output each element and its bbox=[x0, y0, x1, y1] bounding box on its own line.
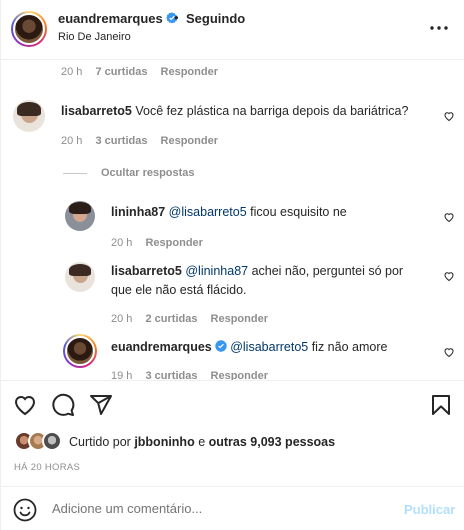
comment-likes[interactable]: 7 curtidas bbox=[95, 66, 147, 78]
post-header: euandremarques • Seguindo Rio De Janeiro bbox=[1, 0, 464, 60]
comment-likes[interactable]: 3 curtidas bbox=[95, 135, 147, 147]
commenter-avatar[interactable] bbox=[65, 201, 95, 231]
like-comment-icon[interactable] bbox=[443, 346, 455, 358]
location-link[interactable]: Rio De Janeiro bbox=[58, 31, 131, 43]
hide-replies-button[interactable]: Ocultar respostas bbox=[101, 167, 195, 179]
comment-text: lisabarreto5 Você fez plástica na barrig… bbox=[61, 104, 409, 118]
mention-link[interactable]: @lisabarreto5 bbox=[169, 205, 247, 219]
commenter-avatar[interactable] bbox=[65, 262, 95, 292]
reply-time[interactable]: 20 h bbox=[111, 313, 132, 325]
commenter-avatar[interactable] bbox=[13, 100, 45, 132]
post-actions: Curtido por jbboninho e outras 9,093 pes… bbox=[1, 380, 464, 530]
comment-time[interactable]: 20 h bbox=[61, 66, 82, 78]
comment-input[interactable] bbox=[52, 501, 382, 516]
reply-meta: 20 h Responder bbox=[111, 237, 213, 249]
reply-text: lininha87 @lisabarreto5 ficou esquisito … bbox=[111, 205, 347, 219]
likes-count-link[interactable]: outras 9,093 pessoas bbox=[209, 435, 335, 449]
owner-username[interactable]: euandremarques bbox=[58, 11, 178, 26]
like-comment-icon[interactable] bbox=[443, 110, 455, 122]
reply-button[interactable]: Responder bbox=[145, 237, 202, 249]
reply-username[interactable]: lisabarreto5 bbox=[111, 264, 182, 278]
like-comment-icon[interactable] bbox=[443, 270, 455, 282]
reply-username[interactable]: lininha87 bbox=[111, 205, 165, 219]
comment-time[interactable]: 20 h bbox=[61, 135, 82, 147]
mention-link[interactable]: @lisabarreto5 bbox=[230, 340, 308, 354]
header-separator: • bbox=[174, 10, 179, 25]
post-timestamp[interactable]: HÁ 20 HORAS bbox=[14, 462, 80, 473]
verified-badge-icon bbox=[215, 340, 227, 352]
reply-button[interactable]: Responder bbox=[161, 66, 218, 78]
post-panel: euandremarques • Seguindo Rio De Janeiro… bbox=[0, 0, 464, 530]
comment-icon[interactable] bbox=[51, 393, 75, 417]
liker-username[interactable]: jbboninho bbox=[134, 435, 194, 449]
comment-meta: 20 h 7 curtidas Responder bbox=[61, 66, 228, 78]
mention-link[interactable]: @lininha87 bbox=[185, 264, 248, 278]
comment-username[interactable]: lisabarreto5 bbox=[61, 104, 132, 118]
publish-button[interactable]: Publicar bbox=[404, 502, 455, 517]
more-options-icon[interactable] bbox=[429, 20, 449, 36]
liker-avatar[interactable] bbox=[42, 431, 62, 451]
comment-composer: Publicar bbox=[1, 486, 464, 530]
reply-meta: 20 h 2 curtidas Responder bbox=[111, 313, 278, 325]
reply-text: euandremarques @lisabarreto5 fiz não amo… bbox=[111, 340, 388, 354]
reply-time[interactable]: 20 h bbox=[111, 237, 132, 249]
like-icon[interactable] bbox=[13, 393, 37, 417]
reply-likes[interactable]: 2 curtidas bbox=[145, 313, 197, 325]
reply-button[interactable]: Responder bbox=[161, 135, 218, 147]
commenter-avatar[interactable] bbox=[63, 334, 97, 368]
following-button[interactable]: Seguindo bbox=[186, 11, 245, 26]
reply-text: lisabarreto5 @lininha87 achei não, pergu… bbox=[111, 264, 404, 297]
share-icon[interactable] bbox=[89, 393, 113, 417]
save-icon[interactable] bbox=[429, 393, 453, 417]
replies-divider bbox=[63, 173, 87, 174]
comment-meta: 20 h 3 curtidas Responder bbox=[61, 135, 228, 147]
reply-button[interactable]: Responder bbox=[211, 313, 268, 325]
reply-username[interactable]: euandremarques bbox=[111, 340, 212, 354]
emoji-icon[interactable] bbox=[13, 498, 37, 522]
like-comment-icon[interactable] bbox=[443, 211, 455, 223]
likes-summary: Curtido por jbboninho e outras 9,093 pes… bbox=[69, 435, 336, 449]
owner-avatar[interactable] bbox=[11, 11, 47, 47]
